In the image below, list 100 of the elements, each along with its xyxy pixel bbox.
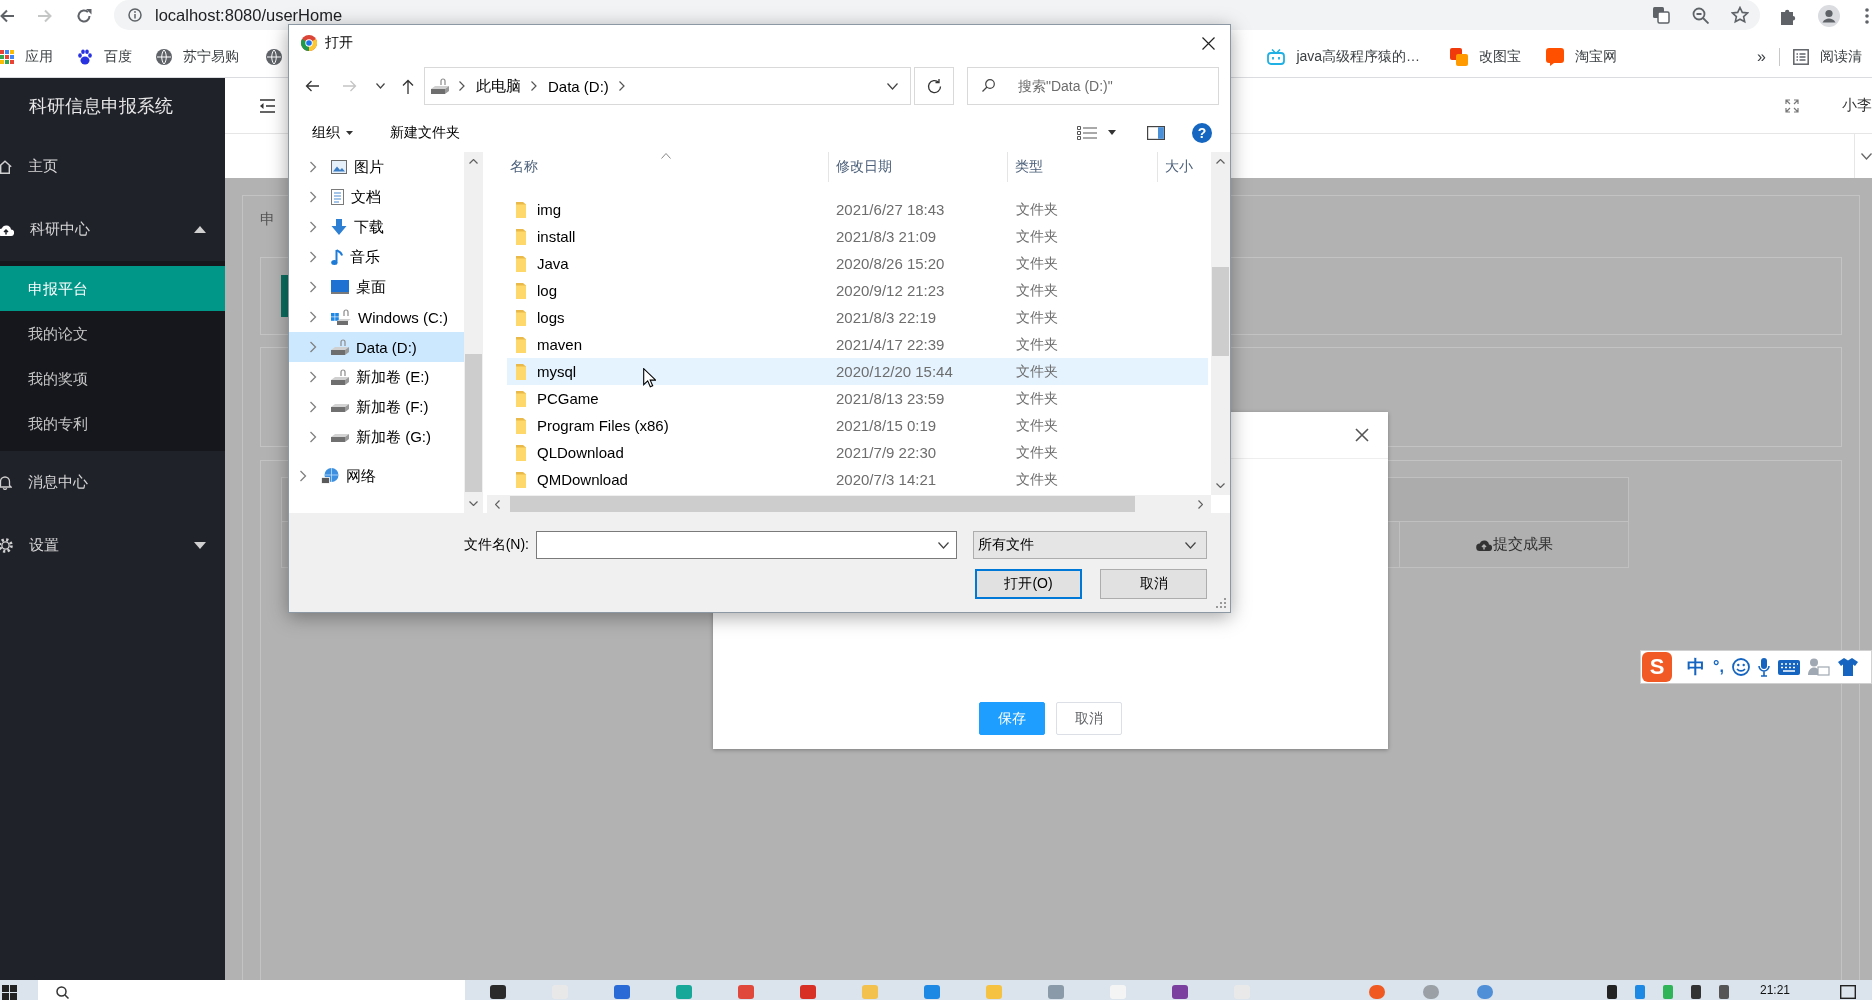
- search-field[interactable]: [38, 980, 465, 1000]
- expand-chevron-icon[interactable]: [309, 221, 317, 233]
- nav-item[interactable]: 下载: [289, 212, 464, 242]
- nav-item[interactable]: 新加卷 (E:): [289, 362, 464, 392]
- nav-item[interactable]: 桌面: [289, 272, 464, 302]
- bookmark[interactable]: java高级程序猿的…: [1267, 47, 1421, 66]
- expand-chevron-icon[interactable]: [309, 371, 317, 383]
- column-header[interactable]: 大小: [1158, 152, 1211, 182]
- submenu-item[interactable]: 我的奖项: [0, 356, 225, 401]
- expand-chevron-icon[interactable]: [299, 470, 307, 482]
- file-row[interactable]: logs 2021/8/3 22:19 文件夹: [507, 304, 1208, 331]
- filename-field[interactable]: [536, 531, 957, 559]
- nav-item[interactable]: 新加卷 (G:): [289, 422, 464, 452]
- details-view-icon[interactable]: [1077, 125, 1097, 140]
- clock-time[interactable]: 21:21: [1760, 983, 1791, 997]
- file-row[interactable]: mysql 2020/12/20 15:44 文件夹: [507, 358, 1208, 385]
- resize-grip-icon[interactable]: [1216, 598, 1227, 609]
- scrollbar[interactable]: [1211, 152, 1230, 495]
- path-segment[interactable]: 此电脑: [476, 76, 521, 96]
- info-icon[interactable]: [128, 8, 142, 22]
- bookmark[interactable]: 改图宝: [1450, 47, 1522, 66]
- fullscreen-icon[interactable]: [1785, 98, 1799, 113]
- submenu-item[interactable]: 我的专利: [0, 401, 225, 446]
- microphone-icon[interactable]: [1757, 657, 1770, 677]
- scrollbar-thumb[interactable]: [510, 496, 1135, 512]
- cancel-button[interactable]: 取消: [1100, 569, 1207, 599]
- nav-item[interactable]: Windows (C:): [289, 302, 464, 332]
- file-row[interactable]: maven 2021/4/17 22:39 文件夹: [507, 331, 1208, 358]
- new-folder-button[interactable]: 新建文件夹: [390, 123, 460, 142]
- column-header[interactable]: 名称: [503, 152, 829, 182]
- expand-chevron-icon[interactable]: [309, 431, 317, 443]
- scroll-left-icon[interactable]: [495, 499, 500, 509]
- file-type-dropdown[interactable]: 所有文件: [973, 531, 1207, 559]
- puzzle-piece-icon[interactable]: [1780, 7, 1797, 25]
- tray-icon[interactable]: [1691, 985, 1701, 999]
- reload-icon[interactable]: [76, 8, 92, 24]
- scrollbar[interactable]: [487, 495, 1211, 513]
- submenu-item[interactable]: 申报平台: [0, 266, 225, 311]
- file-row[interactable]: QLDownload 2021/7/9 22:30 文件夹: [507, 439, 1208, 466]
- menu-fold-icon[interactable]: [259, 98, 275, 113]
- nav-item[interactable]: 音乐: [289, 242, 464, 272]
- keyboard-icon[interactable]: [1777, 659, 1800, 675]
- back-arrow-icon[interactable]: [0, 9, 14, 23]
- path-segment[interactable]: Data (D:): [548, 77, 609, 95]
- file-row[interactable]: PCGame 2021/8/13 23:59 文件夹: [507, 385, 1208, 412]
- file-row[interactable]: install 2021/8/3 21:09 文件夹: [507, 223, 1208, 250]
- nav-item[interactable]: 图片: [289, 152, 464, 182]
- nav-item[interactable]: 文档: [289, 182, 464, 212]
- search-field[interactable]: 搜索"Data (D:)": [967, 67, 1219, 105]
- column-header[interactable]: 类型: [1008, 152, 1158, 182]
- expand-chevron-icon[interactable]: [309, 311, 317, 323]
- file-row[interactable]: img 2021/6/27 18:43 文件夹: [507, 196, 1208, 223]
- file-row[interactable]: Program Files (x86) 2021/8/15 0:19 文件夹: [507, 412, 1208, 439]
- nav-item[interactable]: Data (D:): [289, 332, 464, 362]
- input-mode-toggle[interactable]: 中: [1687, 655, 1705, 679]
- punctuation-toggle[interactable]: °,: [1713, 658, 1724, 676]
- app-icon[interactable]: [490, 985, 506, 999]
- reading-list-button[interactable]: 阅读清: [1793, 47, 1862, 66]
- sidebar-item[interactable]: 消息中心: [0, 451, 225, 514]
- sidebar-item[interactable]: 设置: [0, 514, 225, 577]
- bookmark[interactable]: 苏宁易购: [156, 47, 239, 66]
- cancel-button[interactable]: 取消: [1056, 702, 1122, 735]
- file-row[interactable]: Java 2020/8/26 15:20 文件夹: [507, 250, 1208, 277]
- expand-chevron-icon[interactable]: [309, 251, 317, 263]
- file-row[interactable]: log 2020/9/12 21:23 文件夹: [507, 277, 1208, 304]
- tray-icon[interactable]: [1719, 985, 1729, 999]
- column-header[interactable]: 修改日期: [829, 152, 1008, 182]
- chevron-right-icon[interactable]: [531, 81, 537, 91]
- close-icon[interactable]: [1202, 36, 1215, 50]
- path-field[interactable]: 此电脑 Data (D:): [424, 67, 911, 105]
- windows-logo-icon[interactable]: [2, 985, 17, 1000]
- scroll-up-icon[interactable]: [1216, 159, 1225, 164]
- expand-chevron-icon[interactable]: [309, 401, 317, 413]
- scrollbar-thumb[interactable]: [465, 354, 482, 492]
- sidebar-item[interactable]: 主页: [0, 135, 225, 198]
- chevron-down-icon[interactable]: [1861, 152, 1872, 160]
- file-row[interactable]: QMDownload 2020/7/3 14:21 文件夹: [507, 466, 1208, 493]
- close-icon[interactable]: [1355, 428, 1369, 442]
- refresh-button[interactable]: [914, 67, 954, 105]
- profile-avatar-icon[interactable]: [1818, 5, 1840, 27]
- expand-chevron-icon[interactable]: [309, 161, 317, 173]
- bookmark[interactable]: 应用: [0, 47, 53, 66]
- expand-chevron-icon[interactable]: [309, 341, 317, 353]
- scrollbar-thumb[interactable]: [1212, 267, 1229, 356]
- notification-icon[interactable]: [1840, 985, 1857, 999]
- chevron-right-icon[interactable]: [459, 81, 465, 91]
- scroll-down-icon[interactable]: [469, 501, 478, 506]
- bookmark[interactable]: 百度: [77, 47, 132, 66]
- chevron-down-icon[interactable]: [887, 82, 898, 90]
- scrollbar[interactable]: [464, 152, 483, 513]
- preview-pane-icon[interactable]: [1147, 125, 1165, 140]
- expand-chevron-icon[interactable]: [309, 281, 317, 293]
- zoom-out-icon[interactable]: [1692, 6, 1709, 24]
- bookmark[interactable]: 淘宝网: [1546, 47, 1618, 66]
- expand-chevron-icon[interactable]: [309, 191, 317, 203]
- menu-dots-icon[interactable]: [1865, 8, 1869, 24]
- star-icon[interactable]: [1731, 6, 1749, 24]
- open-button[interactable]: 打开(O): [975, 569, 1082, 599]
- sidebar-item[interactable]: 科研中心: [0, 198, 225, 261]
- nav-item[interactable]: 新加卷 (F:): [289, 392, 464, 422]
